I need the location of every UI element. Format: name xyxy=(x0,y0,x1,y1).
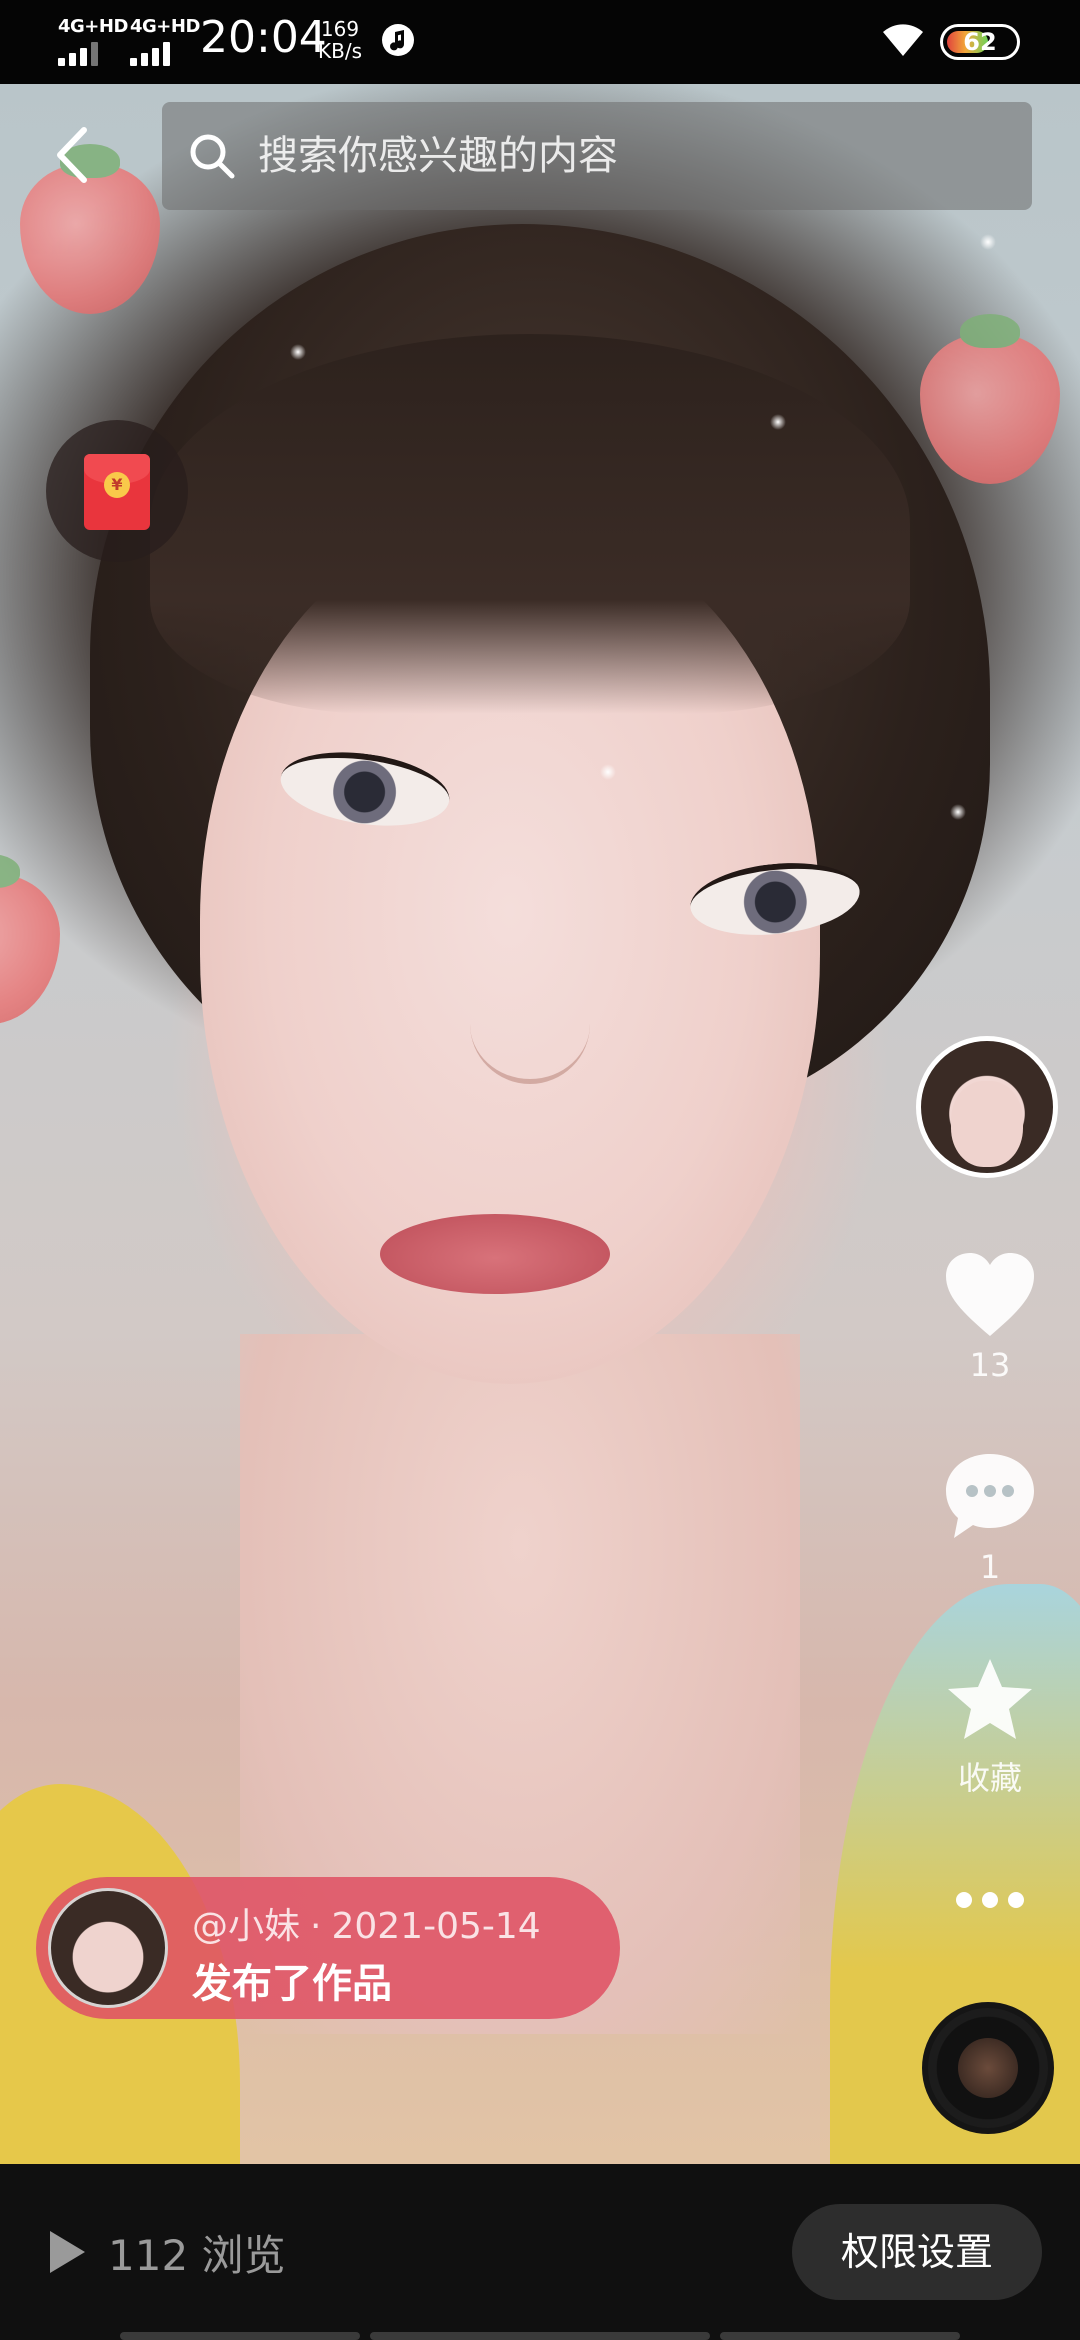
app-root: 4G+HD 4G+HD 20:04 169 KB/s 62 搜索你感兴趣的内容 … xyxy=(0,0,1080,2340)
network-speed: 169 KB/s xyxy=(318,18,362,62)
signal-icon xyxy=(130,42,190,66)
music-disc[interactable] xyxy=(922,2002,1054,2134)
video-bangs xyxy=(150,334,910,714)
meta-separator: · xyxy=(310,1906,322,1947)
back-button[interactable] xyxy=(40,120,110,190)
strawberry-sticker xyxy=(920,314,1060,484)
author-name[interactable]: @小妹 xyxy=(192,1906,300,1947)
post-action-text: 发布了作品 xyxy=(192,1961,392,2007)
view-count: 112 浏览 xyxy=(108,2231,286,2280)
network-speed-unit: KB/s xyxy=(318,39,362,63)
sim1-label: 4G+HD xyxy=(58,16,128,37)
star-icon xyxy=(948,1659,1032,1739)
author-avatar[interactable] xyxy=(916,1036,1058,1178)
permission-settings-button[interactable]: 权限设置 xyxy=(792,2204,1042,2300)
like-button[interactable]: 13 xyxy=(920,1250,1060,1384)
favorite-button[interactable]: 收藏 xyxy=(920,1655,1060,1799)
sparkle xyxy=(770,414,786,430)
page-indicator-segment xyxy=(370,2332,710,2340)
more-options-button[interactable] xyxy=(950,1880,1030,1920)
sim1-signal: 4G+HD xyxy=(58,16,128,66)
music-disc-cover xyxy=(958,2038,1018,2098)
like-count: 13 xyxy=(969,1346,1011,1384)
post-meta: @小妹 · 2021-05-14 xyxy=(192,1897,541,1949)
red-packet-button[interactable]: ¥ xyxy=(46,420,188,562)
heart-icon xyxy=(946,1253,1034,1336)
page-indicator-segment xyxy=(720,2332,960,2340)
publish-info-pill[interactable]: @小妹 · 2021-05-14 发布了作品 xyxy=(36,1877,620,2019)
battery-icon: 62 xyxy=(940,24,1020,60)
avatar[interactable] xyxy=(48,1888,168,2008)
sparkle xyxy=(980,234,996,250)
signal-icon xyxy=(58,42,118,66)
sim2-signal: 4G+HD xyxy=(130,16,200,66)
wifi-icon xyxy=(883,24,923,56)
music-icon xyxy=(382,24,414,56)
search-bar[interactable] xyxy=(162,102,1032,210)
search-icon xyxy=(190,134,235,179)
comment-icon xyxy=(946,1454,1034,1538)
comment-count: 1 xyxy=(979,1548,1001,1586)
page-indicator-segment xyxy=(120,2332,360,2340)
comment-button[interactable]: 1 xyxy=(920,1450,1060,1586)
battery-level: 62 xyxy=(963,28,997,56)
sparkle xyxy=(600,764,616,780)
strawberry-sticker xyxy=(0,854,60,1024)
sparkle xyxy=(290,344,306,360)
favorite-label: 收藏 xyxy=(957,1759,1022,1797)
post-date: 2021-05-14 xyxy=(331,1906,541,1947)
network-speed-value: 169 xyxy=(320,17,360,41)
clock: 20:04 xyxy=(200,12,327,63)
bottom-bar: 112 浏览 权限设置 xyxy=(0,2164,1080,2340)
video-lips xyxy=(380,1214,610,1294)
red-envelope-icon: ¥ xyxy=(84,454,150,530)
sim2-label: 4G+HD xyxy=(130,16,200,37)
sparkle xyxy=(950,804,966,820)
play-icon xyxy=(50,2231,85,2273)
status-bar: 4G+HD 4G+HD 20:04 169 KB/s 62 xyxy=(0,0,1080,84)
search-input[interactable] xyxy=(258,102,998,210)
